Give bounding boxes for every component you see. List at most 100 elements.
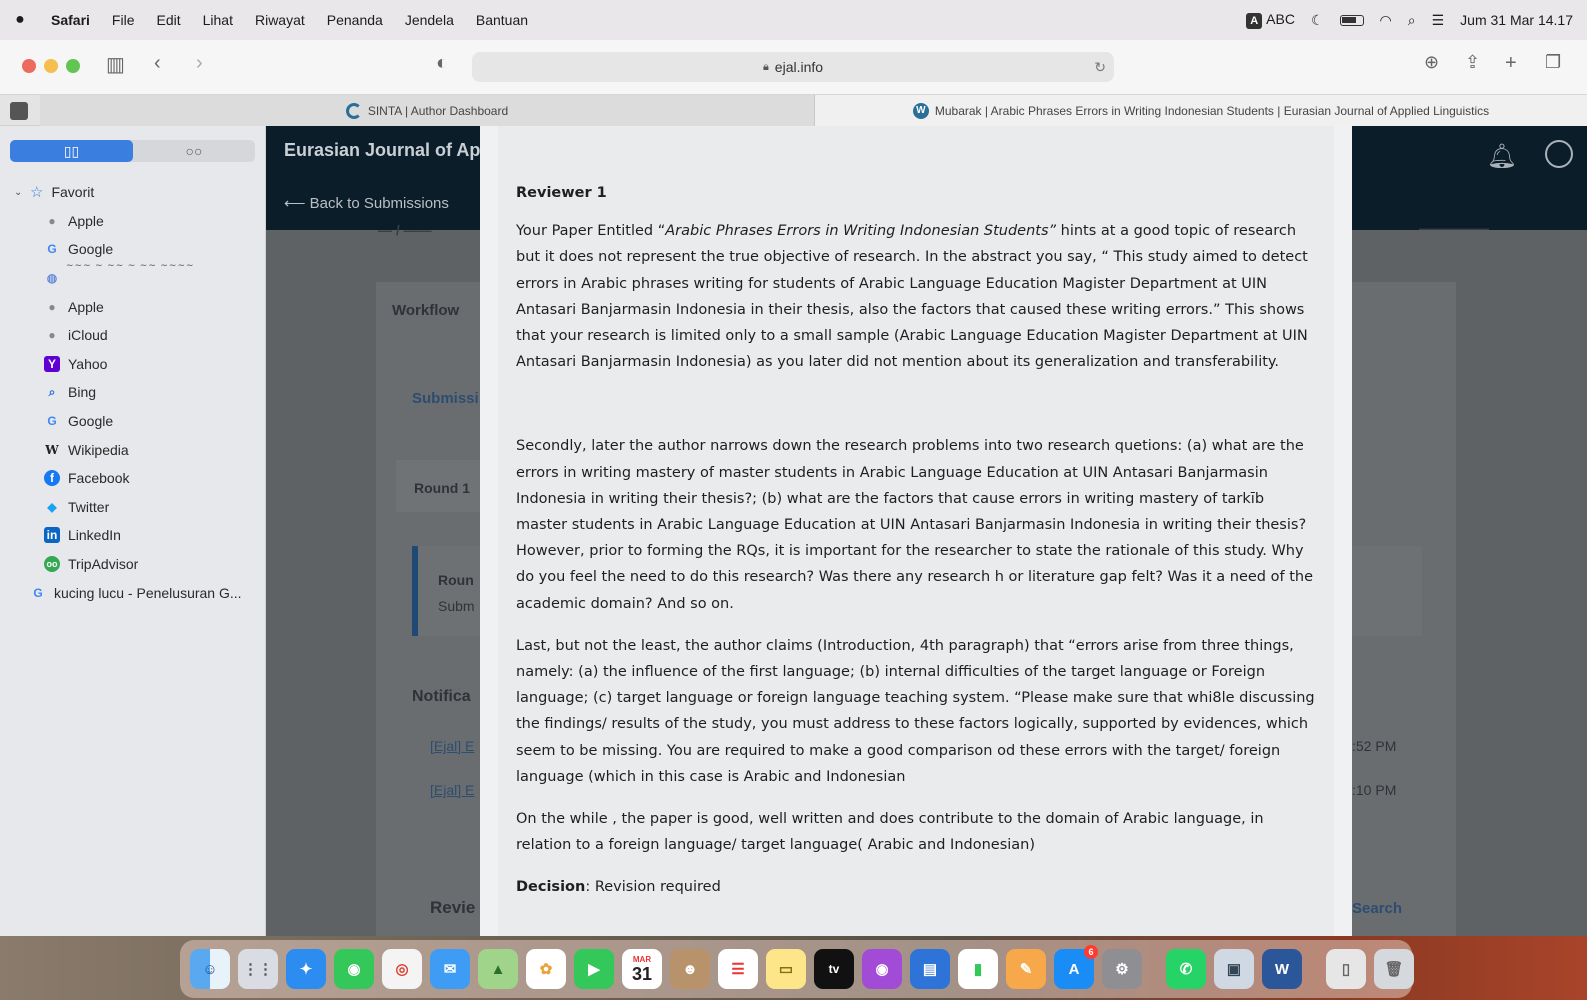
launchpad-icon[interactable]: ⋮⋮ [238,949,278,989]
back-arrow-icon[interactable]: ‹ [154,52,161,75]
control-center-icon[interactable]: ☰ [1432,12,1445,29]
apple-menu-icon[interactable]: ● [0,11,40,29]
whatsapp-icon[interactable]: ✆ [1166,949,1206,989]
downloads-icon[interactable]: ⊕ [1424,52,1439,73]
trash-icon[interactable]: 🗑︎ [1374,949,1414,989]
library-button[interactable]: ————— [1419,220,1489,236]
bookmark-label: Twitter [68,498,110,515]
favorites-folder[interactable]: ⌄ ☆ Favorit [0,178,266,207]
messages-icon[interactable]: ◉ [334,949,374,989]
photos-icon[interactable]: ✿ [526,949,566,989]
sidebar-toggle-icon[interactable]: ▥ [106,52,125,77]
menu-history[interactable]: Riwayat [244,12,316,28]
notification-link-2[interactable]: [Ejal] E [430,782,474,798]
chevron-down-icon[interactable]: ⌄ [14,187,22,198]
tab-round-1[interactable]: Round 1 [414,480,470,496]
chrome-icon[interactable]: ◎ [382,949,422,989]
tab-workflow[interactable]: Workflow [392,302,459,319]
bookmark-tripadvisor[interactable]: oo TripAdvisor [0,550,266,579]
review-paragraph-3: Last, but not the least, the author clai… [516,637,1315,785]
notes-icon[interactable]: ▭ [766,949,806,989]
wifi-icon[interactable]: ◠ [1380,12,1392,29]
mail-icon[interactable]: ✉ [430,949,470,989]
tab-submission[interactable]: Submissi [412,390,479,407]
bookmark-google-2[interactable]: G Google [0,407,266,436]
spotlight-search-icon[interactable]: ⌕ [1408,12,1416,29]
pages-icon[interactable]: ✎ [1006,949,1046,989]
decision-label: Decision [516,879,586,896]
clock[interactable]: Jum 31 Mar 14.17 [1460,12,1573,28]
reload-icon[interactable]: ↻ [1094,59,1106,76]
minimize-window-button[interactable] [44,59,58,73]
bell-icon[interactable]: 🔔︎ [1487,142,1517,171]
maps-icon[interactable]: ▲ [478,949,518,989]
tab-group-icon[interactable] [10,102,28,120]
bookmarks-list: ⌄ ☆ Favorit ● Apple G Google ◍ ∼∼∼ ∼ ∼∼ … [0,178,266,607]
tab-label: SINTA | Author Dashboard [367,103,509,118]
menu-window[interactable]: Jendela [394,12,465,28]
contacts-icon[interactable]: ☻ [670,949,710,989]
bookmark-yahoo[interactable]: Y Yahoo [0,350,266,379]
bing-icon: ⌕ [48,384,56,399]
tab-sinta[interactable]: SINTA | Author Dashboard [40,95,815,126]
notification-link-1[interactable]: [Ejal] E [430,738,474,754]
bookmark-icloud[interactable]: ● iCloud [0,321,266,350]
numbers-icon[interactable]: ▮ [958,949,998,989]
tab-ejal-article[interactable]: W Mubarak | Arabic Phrases Errors in Wri… [815,95,1587,126]
menu-safari[interactable]: Safari [40,12,101,28]
menu-bookmarks[interactable]: Penanda [316,12,394,28]
history-item[interactable]: G kucing lucu - Penelusuran G... [0,578,266,607]
bookmark-untitled[interactable]: ◍ ∼∼∼ ∼ ∼∼ ∼ ∼∼ ∼∼∼∼ [0,260,266,293]
bookmarks-book-icon[interactable]: ▯▯ [10,140,133,162]
review-p1-post: hints at a good topic of research but it… [516,223,1308,371]
finder-icon[interactable]: ☺ [190,949,230,989]
back-to-submissions-link[interactable]: ⟵ Back to Submissions [284,194,449,212]
reminders-icon[interactable]: ☰ [718,949,758,989]
wordpress-favicon-icon: W [912,102,929,119]
menu-bar: ● Safari File Edit Lihat Riwayat Penanda… [0,0,1587,40]
calendar-icon[interactable]: MAR 31 [622,949,662,989]
zoom-window-button[interactable] [66,59,80,73]
linkedin-icon: in [44,527,60,544]
tab-overview-icon[interactable]: ❐ [1545,52,1561,73]
star-icon: ☆ [30,184,44,202]
menu-help[interactable]: Bantuan [465,12,539,28]
word-icon[interactable]: W [1262,949,1302,989]
close-window-button[interactable] [22,59,36,73]
search-button[interactable]: Search [1352,900,1402,917]
bookmark-bing[interactable]: ⌕ Bing [0,378,266,407]
user-avatar-icon[interactable] [1545,140,1573,168]
menu-edit[interactable]: Edit [145,12,191,28]
history-item-label: kucing lucu - Penelusuran G... [54,584,242,601]
podcasts-icon[interactable]: ◉ [862,949,902,989]
privacy-shield-icon[interactable]: ◐ [436,52,448,75]
share-icon[interactable]: ⇪ [1465,52,1480,73]
app-store-icon[interactable]: A6 [1054,945,1098,989]
yahoo-icon: Y [44,355,60,372]
address-bar[interactable]: 🔒︎ ejal.info ↻ [472,52,1114,82]
menu-view[interactable]: Lihat [192,12,244,28]
battery-icon[interactable] [1339,14,1364,26]
input-method[interactable]: A ABC [1246,11,1295,29]
apple-tv-icon[interactable]: tv [814,949,854,989]
bookmark-apple-2[interactable]: ● Apple [0,292,266,321]
facetime-icon[interactable]: ▶ [574,949,614,989]
system-preferences-icon[interactable]: ⚙ [1102,949,1142,989]
bookmark-twitter[interactable]: ◆ Twitter [0,493,266,522]
safari-icon[interactable]: ✦ [286,949,326,989]
bookmark-label: TripAdvisor [68,556,139,573]
keynote-icon[interactable]: ▤ [910,949,950,989]
bookmark-facebook[interactable]: f Facebook [0,464,266,493]
bookmark-apple[interactable]: ● Apple [0,207,266,236]
preview-icon[interactable]: ▣ [1214,949,1254,989]
moon-icon[interactable]: ☾ [1311,12,1324,29]
bookmark-linkedin[interactable]: in LinkedIn [0,521,266,550]
bookmark-wikipedia[interactable]: W Wikipedia [0,435,266,464]
paper-title: Arabic Phrases Errors in Writing Indones… [665,223,1057,240]
menu-file[interactable]: File [101,12,146,28]
document-stack-icon[interactable]: ▯ [1326,949,1366,989]
site-title[interactable]: Eurasian Journal of App [284,140,491,161]
reading-list-glasses-icon[interactable]: ○○ [133,140,255,162]
new-tab-icon[interactable]: + [1505,52,1517,75]
forward-arrow-icon[interactable]: › [196,52,203,75]
